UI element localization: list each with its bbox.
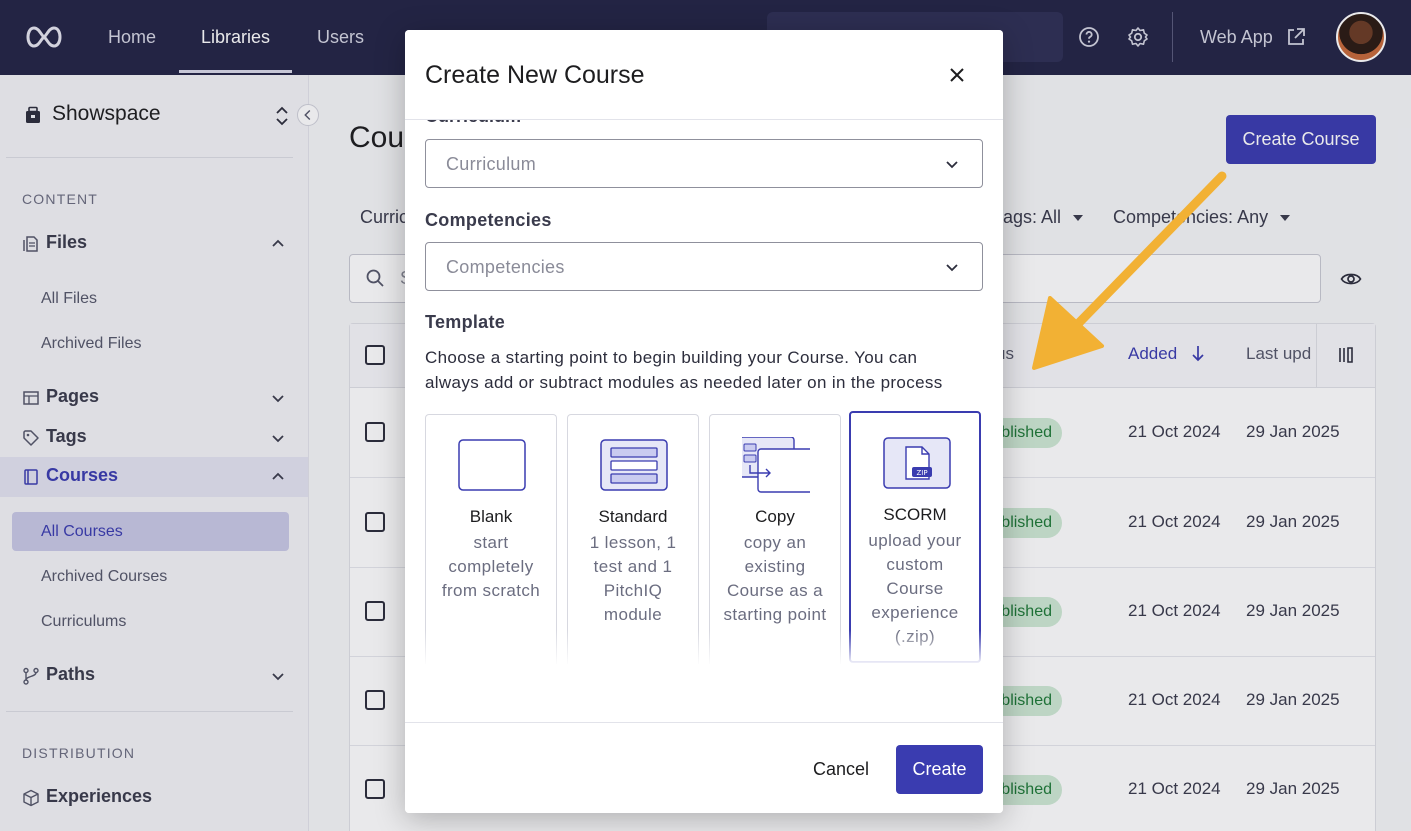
template-description: 1 lesson, 1 test and 1 PitchIQ module: [589, 533, 677, 624]
template-label: Template: [425, 312, 506, 332]
template-card-scorm[interactable]: ZIP SCORM upload your custom Course expe…: [849, 411, 981, 663]
curriculum-select[interactable]: Curriculum: [425, 139, 983, 188]
select-placeholder: Curriculum: [446, 154, 537, 174]
template-description: copy an existing Course as a starting po…: [723, 533, 827, 624]
standard-template-icon: [600, 439, 668, 491]
zip-badge: ZIP: [916, 469, 927, 477]
create-course-modal: Create New Course Curriculum Curriculum …: [405, 30, 1003, 813]
modal-header: Create New Course: [405, 30, 1003, 120]
copy-template-icon: [742, 437, 810, 493]
template-name: Copy: [755, 507, 795, 526]
template-help-text: Choose a starting point to begin buildin…: [425, 348, 943, 392]
modal-title: Create New Course: [425, 61, 645, 89]
blank-template-icon: [458, 439, 526, 491]
scroll-fade: [405, 630, 1003, 666]
template-card-copy[interactable]: Copy copy an existing Course as a starti…: [709, 414, 841, 664]
zip-file-icon: ZIP: [883, 437, 951, 489]
modal-footer: Cancel Create: [405, 722, 1003, 813]
chevron-down-icon: [946, 264, 958, 272]
chevron-down-icon: [946, 161, 958, 169]
select-placeholder: Competencies: [446, 257, 565, 277]
create-button[interactable]: Create: [896, 745, 983, 794]
template-name: SCORM: [883, 505, 947, 524]
template-card-blank[interactable]: Blank start completely from scratch: [425, 414, 557, 664]
template-name: Blank: [469, 507, 513, 526]
cancel-button[interactable]: Cancel: [797, 745, 885, 794]
template-card-standard[interactable]: Standard 1 lesson, 1 test and 1 PitchIQ …: [567, 414, 699, 664]
close-icon[interactable]: [943, 61, 971, 89]
competencies-label: Competencies: [425, 210, 552, 230]
annotation-arrow-icon: [1032, 171, 1227, 370]
competencies-select[interactable]: Competencies: [425, 242, 983, 291]
template-name: Standard: [598, 507, 668, 526]
template-description: start completely from scratch: [441, 533, 541, 600]
